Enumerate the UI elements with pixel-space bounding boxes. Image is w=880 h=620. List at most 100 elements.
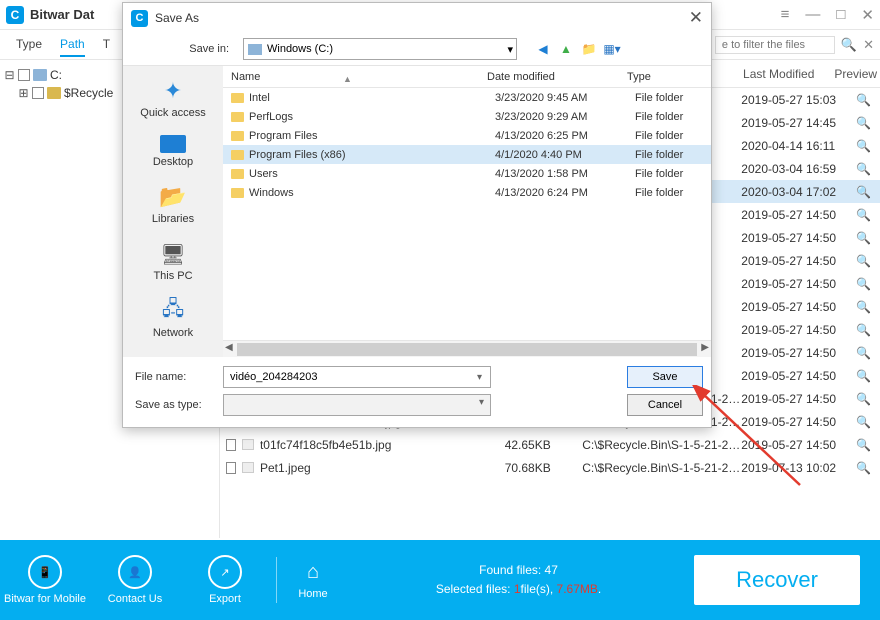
save-button[interactable]: Save — [627, 366, 703, 388]
savetype-label: Save as type: — [123, 399, 215, 411]
folder-icon — [47, 87, 61, 99]
tab-path[interactable]: Path — [60, 33, 85, 57]
recover-button[interactable]: Recover — [694, 555, 860, 605]
row-checkbox[interactable] — [226, 462, 236, 474]
bottom-bar: 📱 Bitwar for Mobile 👤 Contact Us ↗ Expor… — [0, 540, 880, 620]
bitwar-mobile-button[interactable]: 📱 Bitwar for Mobile — [0, 555, 90, 605]
sort-asc-icon: ▲ — [343, 74, 352, 84]
dcol-type[interactable]: Type — [627, 71, 697, 83]
search-icon[interactable]: 🔍 — [841, 37, 857, 53]
folder-icon — [231, 188, 244, 198]
preview-icon[interactable]: 🔍 — [847, 185, 880, 199]
row-checkbox[interactable] — [226, 439, 236, 451]
up-icon[interactable]: ▲ — [558, 41, 574, 57]
drow-name: Intel — [249, 92, 495, 104]
preview-icon[interactable]: 🔍 — [847, 300, 880, 314]
mobile-label: Bitwar for Mobile — [4, 593, 86, 605]
dcol-name[interactable]: Name▲ — [223, 71, 487, 83]
cancel-button[interactable]: Cancel — [627, 394, 703, 416]
drow-name: Program Files (x86) — [249, 149, 495, 161]
dialog-close-icon[interactable]: ✕ — [689, 8, 703, 28]
preview-icon[interactable]: 🔍 — [847, 323, 880, 337]
scroll-right-icon[interactable]: ▶ — [701, 342, 709, 353]
savetype-combo[interactable]: ▾ — [223, 394, 491, 416]
contact-button[interactable]: 👤 Contact Us — [90, 555, 180, 605]
chevron-down-icon[interactable]: ▾ — [477, 372, 482, 383]
preview-icon[interactable]: 🔍 — [847, 139, 880, 153]
row-modified: 2019-05-27 14:50 — [741, 208, 847, 222]
dialog-file-row[interactable]: Windows 4/13/2020 6:24 PM File folder — [223, 183, 711, 202]
dialog-file-row[interactable]: PerfLogs 3/23/2020 9:29 AM File folder — [223, 107, 711, 126]
h-scrollbar[interactable]: ◀ ▶ — [223, 340, 711, 357]
back-icon[interactable]: ◀ — [535, 41, 551, 57]
preview-icon[interactable]: 🔍 — [847, 415, 880, 429]
col-modified[interactable]: Last Modified — [726, 67, 831, 81]
place-desktop[interactable]: Desktop — [153, 131, 193, 178]
preview-icon[interactable]: 🔍 — [847, 162, 880, 176]
dialog-file-row[interactable]: Intel 3/23/2020 9:45 AM File folder — [223, 88, 711, 107]
place-quick-access[interactable]: ✦Quick access — [140, 74, 205, 129]
preview-icon[interactable]: 🔍 — [847, 369, 880, 383]
row-modified: 2019-05-27 14:50 — [741, 392, 847, 406]
col-preview[interactable]: Preview — [831, 67, 880, 81]
save-in-combo[interactable]: Windows (C:) ▾ — [243, 38, 517, 60]
tab-extra[interactable]: T — [103, 33, 110, 57]
home-label: Home — [298, 588, 327, 600]
home-button[interactable]: ⌂ Home — [283, 561, 343, 600]
drow-modified: 4/1/2020 4:40 PM — [495, 149, 635, 161]
preview-icon[interactable]: 🔍 — [847, 93, 880, 107]
row-path: C:\$Recycle.Bin\S-1-5-21-231667… — [582, 461, 741, 475]
scroll-thumb[interactable] — [237, 343, 697, 356]
preview-icon[interactable]: 🔍 — [847, 438, 880, 452]
app-logo-icon: C — [6, 6, 24, 24]
preview-icon[interactable]: 🔍 — [847, 392, 880, 406]
scroll-left-icon[interactable]: ◀ — [225, 342, 233, 353]
preview-icon[interactable]: 🔍 — [847, 231, 880, 245]
filter-input[interactable] — [715, 36, 835, 54]
close-icon[interactable]: ✕ — [861, 6, 874, 24]
disk-icon — [33, 69, 47, 81]
preview-icon[interactable]: 🔍 — [847, 277, 880, 291]
expand-icon[interactable]: ⊞ — [18, 86, 29, 100]
export-button[interactable]: ↗ Export — [180, 555, 270, 605]
tab-type[interactable]: Type — [16, 33, 42, 57]
row-modified: 2020-04-14 16:11 — [741, 139, 847, 153]
settings-icon[interactable]: ≡ — [781, 6, 790, 24]
list-row[interactable]: t01fc74f18c5fb4e51b.jpg 42.65KB C:\$Recy… — [220, 433, 880, 456]
save-in-label: Save in: — [123, 43, 235, 55]
collapse-icon[interactable]: ⊟ — [4, 68, 15, 82]
app-title: Bitwar Dat — [30, 7, 94, 22]
network-icon: 🖧 — [158, 298, 188, 324]
file-icon — [242, 462, 254, 473]
drow-modified: 3/23/2020 9:45 AM — [495, 92, 635, 104]
place-this-pc[interactable]: 🖥This PC — [153, 237, 192, 292]
place-network[interactable]: 🖧Network — [153, 294, 193, 349]
new-folder-icon[interactable]: 📁 — [581, 41, 597, 57]
libraries-icon: 📂 — [158, 184, 188, 210]
preview-icon[interactable]: 🔍 — [847, 208, 880, 222]
row-modified: 2019-05-27 14:50 — [741, 254, 847, 268]
list-row[interactable]: Pet1.jpeg 70.68KB C:\$Recycle.Bin\S-1-5-… — [220, 456, 880, 479]
dialog-bottom: File name: ▾ Save Save as type: ▾ Cancel — [123, 357, 711, 425]
preview-icon[interactable]: 🔍 — [847, 346, 880, 360]
dcol-modified[interactable]: Date modified — [487, 71, 627, 83]
dialog-file-row[interactable]: Program Files 4/13/2020 6:25 PM File fol… — [223, 126, 711, 145]
place-libraries[interactable]: 📂Libraries — [152, 180, 194, 235]
row-modified: 2019-05-27 14:50 — [741, 438, 847, 452]
tree-checkbox[interactable] — [32, 87, 44, 99]
tree-checkbox[interactable] — [18, 69, 30, 81]
minimize-icon[interactable]: — — [805, 6, 820, 24]
maximize-icon[interactable]: □ — [836, 6, 845, 24]
drow-type: File folder — [635, 92, 705, 104]
drow-name: PerfLogs — [249, 111, 495, 123]
preview-icon[interactable]: 🔍 — [847, 116, 880, 130]
clear-filter-icon[interactable]: ✕ — [863, 37, 874, 53]
preview-icon[interactable]: 🔍 — [847, 461, 880, 475]
dialog-title: Save As — [155, 11, 199, 25]
view-icon[interactable]: ▦▾ — [604, 41, 620, 57]
row-size: 70.68KB — [505, 461, 583, 475]
preview-icon[interactable]: 🔍 — [847, 254, 880, 268]
dialog-file-row[interactable]: Users 4/13/2020 1:58 PM File folder — [223, 164, 711, 183]
filename-input[interactable] — [223, 366, 491, 388]
dialog-file-row[interactable]: Program Files (x86) 4/1/2020 4:40 PM Fil… — [223, 145, 711, 164]
